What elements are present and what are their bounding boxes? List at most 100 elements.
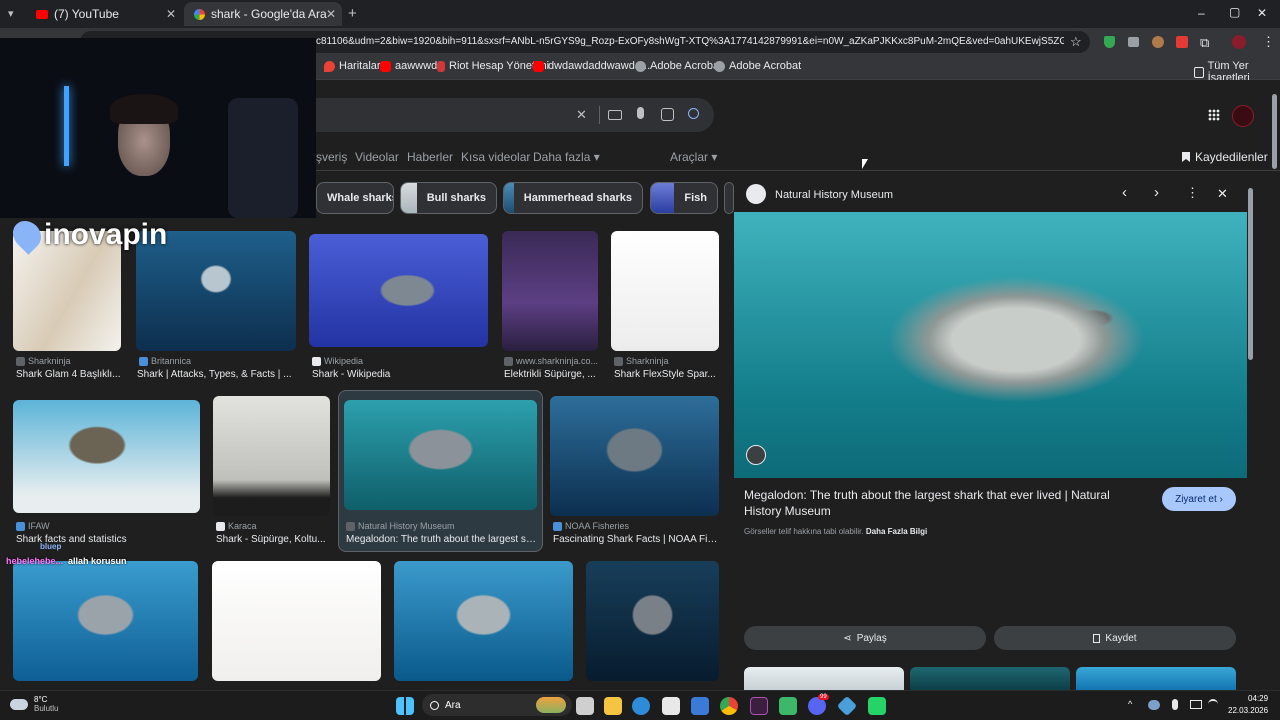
bluestacks-icon[interactable] bbox=[779, 697, 797, 715]
window-close-button[interactable]: ✕ bbox=[1257, 6, 1267, 20]
wifi-icon[interactable] bbox=[1208, 699, 1218, 709]
task-view-icon[interactable] bbox=[576, 697, 594, 715]
result-title[interactable]: Elektrikli Süpürge, ... bbox=[504, 369, 599, 380]
result-image[interactable] bbox=[309, 234, 488, 347]
extension-box-icon[interactable] bbox=[1128, 37, 1139, 47]
result-title[interactable]: Shark - Wikipedia bbox=[312, 369, 482, 380]
result-title[interactable]: Megalodon: The truth about the largest s… bbox=[346, 534, 536, 545]
tab-youtube[interactable]: (7) YouTube ✕ bbox=[26, 2, 182, 26]
clock-date[interactable]: 22.03.2026 bbox=[1228, 706, 1268, 715]
mail-icon[interactable] bbox=[691, 697, 709, 715]
vegas-icon[interactable] bbox=[750, 697, 768, 715]
result-image[interactable] bbox=[611, 231, 719, 351]
microphone-icon[interactable] bbox=[637, 107, 644, 119]
weather-widget[interactable]: 8°C Bulutlu bbox=[10, 695, 58, 713]
clock-time[interactable]: 04:29 bbox=[1248, 694, 1268, 703]
tab-google-search[interactable]: shark - Google'da Ara ✕ bbox=[184, 2, 342, 26]
new-tab-button[interactable]: + bbox=[348, 5, 357, 22]
account-avatar[interactable] bbox=[1232, 105, 1254, 127]
result-title[interactable]: Shark Glam 4 Başlıklı... bbox=[16, 369, 121, 380]
panel-scrollbar[interactable] bbox=[1248, 188, 1253, 360]
keyboard-icon[interactable] bbox=[608, 110, 622, 120]
nav-videos[interactable]: Videolar bbox=[355, 150, 399, 164]
visit-button[interactable]: Ziyaret et › bbox=[1162, 487, 1236, 511]
result-image[interactable] bbox=[13, 400, 200, 513]
display-icon[interactable] bbox=[1190, 700, 1202, 709]
file-explorer-icon[interactable] bbox=[604, 697, 622, 715]
edge-icon[interactable] bbox=[632, 697, 650, 715]
next-image-button[interactable]: › bbox=[1154, 184, 1159, 201]
saved-button[interactable]: Kaydedilenler bbox=[1182, 150, 1268, 164]
chip-bull-sharks[interactable]: Bull sharks bbox=[400, 182, 497, 214]
nav-more[interactable]: Daha fazla ▾ bbox=[533, 150, 600, 164]
extensions-puzzle-icon[interactable]: ⧉ bbox=[1200, 35, 1209, 51]
extension-tp-icon[interactable] bbox=[1176, 36, 1188, 48]
minimize-button[interactable]: – bbox=[1198, 6, 1205, 20]
more-info-link[interactable]: Daha Fazla Bilgi bbox=[866, 527, 927, 536]
microphone-icon[interactable] bbox=[1172, 699, 1178, 710]
related-image[interactable] bbox=[744, 667, 904, 690]
search-input[interactable]: ✕ bbox=[300, 98, 714, 132]
panel-title[interactable]: Megalodon: The truth about the largest s… bbox=[744, 487, 1144, 519]
preview-image[interactable] bbox=[734, 212, 1247, 478]
tab-close-button[interactable]: ✕ bbox=[166, 7, 176, 21]
chrome-icon[interactable] bbox=[720, 697, 738, 715]
page-scrollbar[interactable] bbox=[1272, 94, 1277, 169]
bookmark-star-icon[interactable]: ☆ bbox=[1070, 34, 1082, 50]
result-title[interactable]: Shark | Attacks, Types, & Facts | ... bbox=[137, 369, 292, 380]
chip-fish[interactable]: Fish bbox=[650, 182, 718, 214]
tab-close-button[interactable]: ✕ bbox=[326, 7, 336, 21]
profile-avatar[interactable] bbox=[1232, 35, 1246, 49]
globe-icon bbox=[635, 60, 646, 72]
result-image[interactable] bbox=[586, 561, 719, 681]
bookmark-item[interactable]: Haritalar bbox=[324, 60, 381, 72]
share-button[interactable]: ⋖ Paylaş bbox=[744, 626, 986, 650]
chip-next[interactable] bbox=[724, 182, 734, 214]
windows-start-icon[interactable] bbox=[396, 697, 414, 715]
nav-short-videos[interactable]: Kısa videolar bbox=[461, 150, 530, 164]
chip-hammerhead-sharks[interactable]: Hammerhead sharks bbox=[503, 182, 643, 214]
nav-news[interactable]: Haberler bbox=[407, 150, 453, 164]
result-image[interactable] bbox=[344, 400, 537, 510]
result-image[interactable] bbox=[212, 561, 381, 681]
lens-camera-icon[interactable] bbox=[661, 108, 674, 121]
game-launcher-icon[interactable] bbox=[836, 695, 858, 717]
clear-search-button[interactable]: ✕ bbox=[576, 107, 587, 123]
result-image[interactable] bbox=[13, 561, 198, 681]
more-options-icon[interactable]: ⋮ bbox=[1186, 185, 1199, 201]
result-image[interactable] bbox=[213, 396, 330, 516]
chip-thumbnail bbox=[401, 183, 417, 213]
bookmark-item[interactable]: aawwwd bbox=[380, 60, 437, 72]
result-image[interactable] bbox=[502, 231, 598, 351]
previous-image-button[interactable]: ‹ bbox=[1122, 184, 1127, 201]
nav-shopping[interactable]: şveriş bbox=[316, 150, 347, 164]
whatsapp-icon[interactable] bbox=[868, 697, 886, 715]
search-icon[interactable] bbox=[688, 108, 699, 119]
bookmark-item[interactable]: Adobe Acrobat bbox=[635, 60, 722, 72]
network-icon[interactable] bbox=[1148, 700, 1160, 710]
tools-button[interactable]: Araçlar ▾ bbox=[670, 150, 717, 164]
browser-menu-icon[interactable]: ⋮ bbox=[1262, 34, 1275, 50]
extension-shield-icon[interactable] bbox=[1104, 36, 1115, 48]
bookmark-item[interactable]: dwdawdaddwawda... bbox=[533, 60, 650, 72]
save-button[interactable]: Kaydet bbox=[994, 626, 1236, 650]
result-title[interactable]: Shark - Süpürge, Koltu... bbox=[216, 534, 328, 545]
show-hidden-icons[interactable]: ^ bbox=[1128, 699, 1132, 709]
related-image[interactable] bbox=[1076, 667, 1236, 690]
tab-search-menu[interactable]: ▾ bbox=[8, 7, 14, 20]
panel-source-name[interactable]: Natural History Museum bbox=[775, 189, 893, 201]
lens-search-icon[interactable] bbox=[746, 445, 766, 465]
related-image[interactable] bbox=[910, 667, 1070, 690]
bookmark-item[interactable]: Adobe Acrobat bbox=[714, 60, 801, 72]
result-title[interactable]: Shark FlexStyle Spar... bbox=[614, 369, 719, 380]
maximize-button[interactable]: ▢ bbox=[1229, 5, 1240, 19]
google-apps-icon[interactable] bbox=[1208, 109, 1220, 121]
chip-whale-sharks[interactable]: Whale sharks bbox=[316, 182, 394, 214]
extension-cookie-icon[interactable] bbox=[1152, 36, 1164, 48]
result-title[interactable]: Fascinating Shark Facts | NOAA Fis... bbox=[553, 534, 718, 545]
result-image[interactable] bbox=[394, 561, 573, 681]
store-icon[interactable] bbox=[662, 697, 680, 715]
close-panel-button[interactable]: ✕ bbox=[1217, 186, 1228, 202]
taskbar-search[interactable]: Ara bbox=[422, 694, 572, 716]
result-image[interactable] bbox=[550, 396, 719, 516]
